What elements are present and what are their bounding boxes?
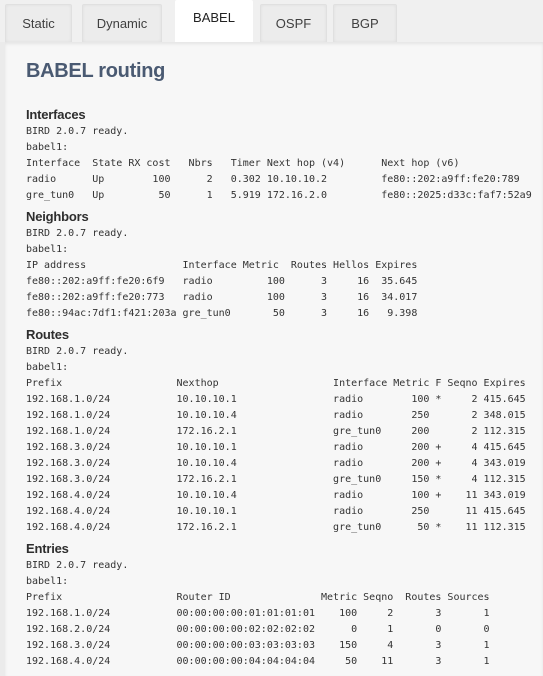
table-row: 192.168.2.0/24 00:00:00:00:02:02:02:02 0…	[26, 624, 490, 635]
protocol-line: babel1:	[26, 244, 69, 255]
table-row: gre_tun0 Up 50 1 5.919 172.16.2.0 fe80::…	[26, 190, 532, 201]
section-title: Entries	[26, 541, 69, 556]
tab-label: BGP	[351, 16, 379, 31]
tab-label: Static	[22, 16, 55, 31]
routes-section: Routes BIRD 2.0.7 ready. babel1: Prefix Ne…	[26, 326, 526, 536]
table-header: Interface State RX cost Nbrs Timer Next …	[26, 158, 460, 169]
table-row: 192.168.3.0/24 00:00:00:00:03:03:03:03 1…	[26, 640, 490, 651]
tab-label: Dynamic	[96, 16, 148, 31]
interfaces-output: BIRD 2.0.7 ready. babel1: Interface State …	[26, 124, 532, 204]
protocol-line: babel1:	[26, 142, 69, 153]
tab-static[interactable]: Static	[5, 4, 72, 42]
protocol-line: babel1:	[26, 362, 69, 373]
table-row: 192.168.3.0/24 10.10.10.4 radio 200 + 4 …	[26, 458, 526, 469]
table-header: Prefix Nexthop Interface Metric F Seqno …	[26, 378, 526, 389]
protocol-line: babel1:	[26, 576, 69, 587]
status-line: BIRD 2.0.7 ready.	[26, 126, 129, 137]
table-row: radio Up 100 2 0.302 10.10.10.2 fe80::20…	[26, 174, 520, 185]
table-row: 192.168.1.0/24 172.16.2.1 gre_tun0 200 2…	[26, 426, 526, 437]
tab-label: BABEL	[193, 10, 235, 25]
table-row: fe80::202:a9ff:fe20:773 radio 100 3 16 3…	[26, 292, 418, 303]
table-row: 192.168.1.0/24 10.10.10.1 radio 100 * 2 …	[26, 394, 526, 405]
section-title: Routes	[26, 327, 69, 342]
table-row: 192.168.1.0/24 10.10.10.4 radio 250 2 34…	[26, 410, 526, 421]
section-title: Interfaces	[26, 107, 86, 122]
table-row: fe80::94ac:7df1:f421:203a gre_tun0 50 3 …	[26, 308, 418, 319]
tab-bgp[interactable]: BGP	[333, 4, 397, 42]
table-header: IP address Interface Metric Routes Hello…	[26, 260, 418, 271]
table-header: Prefix Router ID Metric Seqno Routes Sou…	[26, 592, 490, 603]
entries-section: Entries BIRD 2.0.7 ready. babel1: Prefix R…	[26, 540, 490, 670]
tab-label: OSPF	[275, 16, 312, 31]
tab-ospf[interactable]: OSPF	[260, 4, 327, 42]
entries-output: BIRD 2.0.7 ready. babel1: Prefix Router ID…	[26, 558, 490, 670]
table-row: fe80::202:a9ff:fe20:6f9 radio 100 3 16 3…	[26, 276, 418, 287]
neighbors-section: Neighbors BIRD 2.0.7 ready. babel1: IP add…	[26, 208, 417, 322]
table-row: 192.168.4.0/24 172.16.2.1 gre_tun0 50 * …	[26, 522, 526, 533]
tab-bar: Static Dynamic BABEL OSPF BGP	[0, 0, 543, 42]
neighbors-output: BIRD 2.0.7 ready. babel1: IP address Inter…	[26, 226, 417, 322]
table-row: 192.168.4.0/24 10.10.10.4 radio 100 + 11…	[26, 490, 526, 501]
status-line: BIRD 2.0.7 ready.	[26, 346, 129, 357]
routes-output: BIRD 2.0.7 ready. babel1: Prefix Nexthop I…	[26, 344, 526, 536]
tab-dynamic[interactable]: Dynamic	[82, 4, 162, 42]
section-title: Neighbors	[26, 209, 89, 224]
table-row: 192.168.3.0/24 172.16.2.1 gre_tun0 150 *…	[26, 474, 526, 485]
table-row: 192.168.3.0/24 10.10.10.1 radio 200 + 4 …	[26, 442, 526, 453]
interfaces-section: Interfaces BIRD 2.0.7 ready. babel1: Inter…	[26, 106, 532, 204]
page-title: BABEL routing	[26, 60, 166, 82]
table-row: 192.168.1.0/24 00:00:00:00:01:01:01:01 1…	[26, 608, 490, 619]
status-line: BIRD 2.0.7 ready.	[26, 228, 129, 239]
status-line: BIRD 2.0.7 ready.	[26, 560, 129, 571]
table-row: 192.168.4.0/24 10.10.10.1 radio 250 11 4…	[26, 506, 526, 517]
tab-babel[interactable]: BABEL	[175, 0, 253, 42]
table-row: 192.168.4.0/24 00:00:00:00:04:04:04:04 5…	[26, 656, 490, 667]
